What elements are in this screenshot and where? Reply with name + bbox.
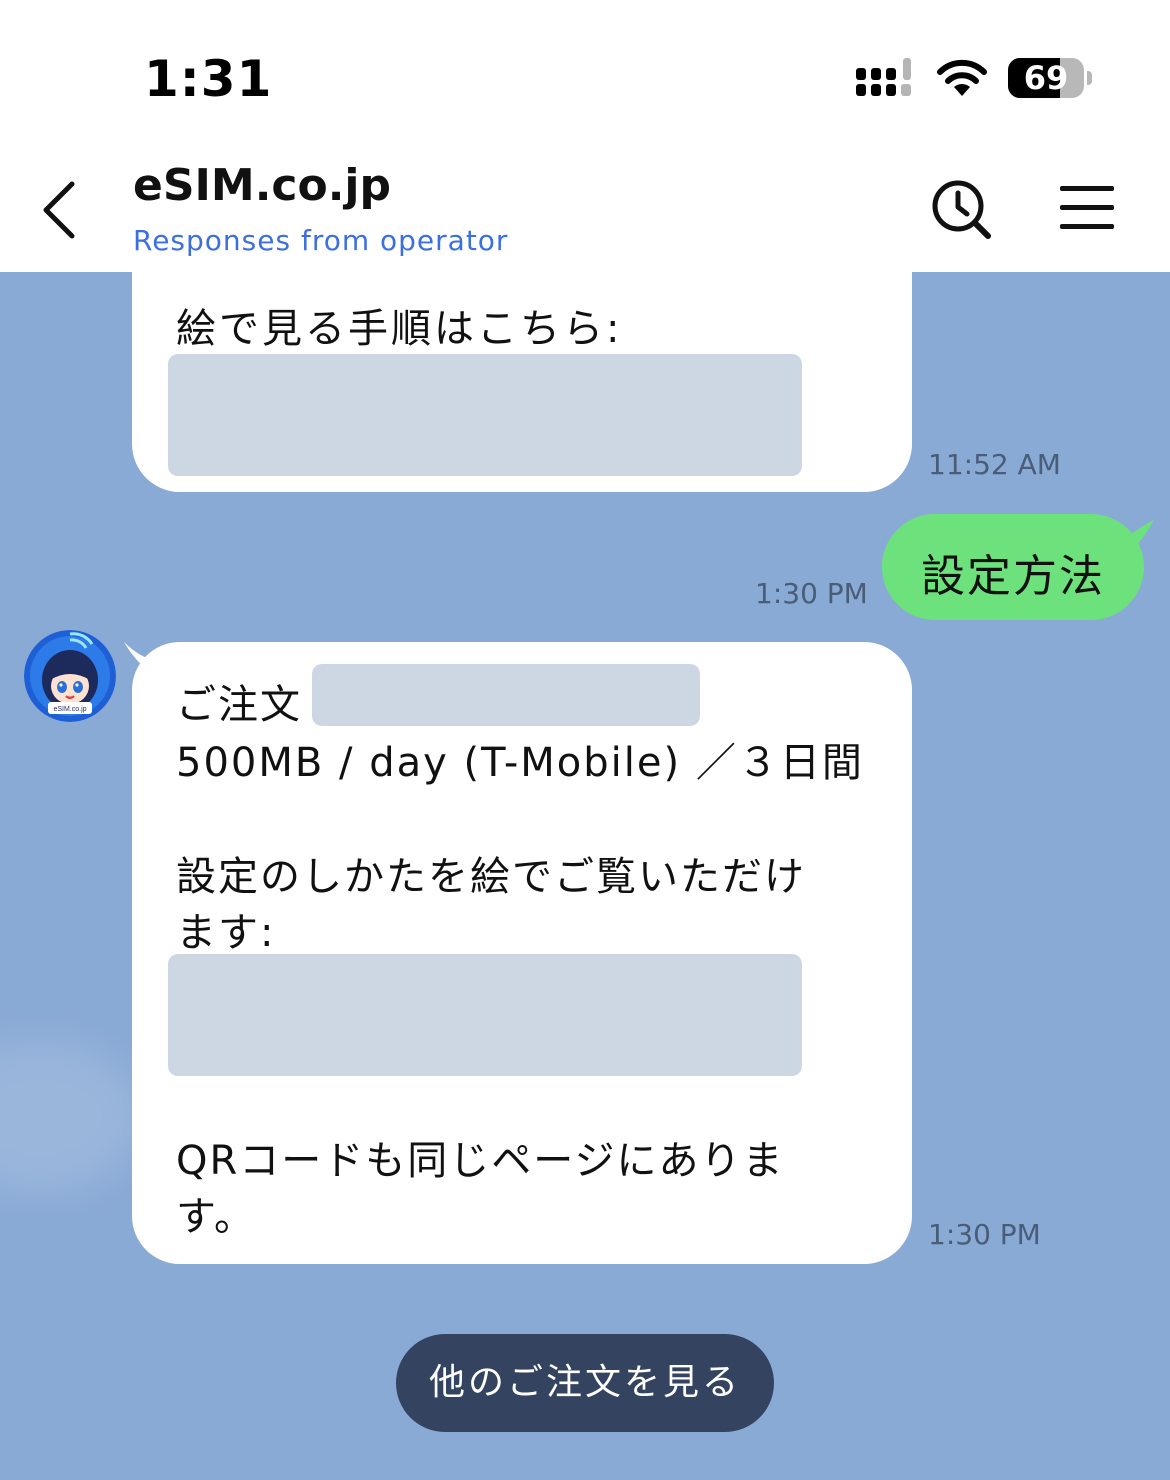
user-message-bubble[interactable]: 設定方法 [882,514,1144,620]
chevron-left-icon[interactable] [28,170,98,250]
message-text: ます: [176,910,276,956]
clock-search-icon[interactable] [926,174,998,246]
chat-title: eSIM.co.jp [133,160,392,211]
wifi-icon [937,59,987,96]
message-text: ご注文 [176,682,302,728]
message-text: す。 [176,1194,256,1240]
message-text: 設定のしかたを絵でご覧いただけ [176,854,806,900]
message-timestamp: 1:30 PM [755,577,868,610]
message-text: 設定方法 [921,551,1105,602]
status-time: 1:31 [144,50,273,108]
view-other-orders-button[interactable]: 他のご注文を見る [396,1334,774,1432]
redacted-order-number [312,664,700,726]
redacted-link[interactable] [168,954,802,1076]
operator-message-bubble[interactable]: 絵で見る手順はこちら: [132,272,912,492]
signal-icon [856,58,911,96]
redacted-link[interactable] [168,354,802,476]
message-text: 絵で見る手順はこちら: [176,306,623,352]
chat-subtitle: Responses from operator [133,224,509,257]
battery-icon: 69 [1008,58,1092,98]
avatar-label: eSIM.co.jp [53,706,86,713]
message-text: 500MB / day (T-Mobile) ／３日間 [176,740,864,786]
operator-message-bubble[interactable]: ご注文 500MB / day (T-Mobile) ／３日間 設定のしかたを絵… [132,642,912,1264]
hamburger-menu-icon[interactable] [1056,180,1118,236]
message-timestamp: 11:52 AM [928,448,1061,481]
battery-level: 69 [1023,59,1069,97]
chat-area[interactable]: 絵で見る手順はこちら: 11:52 AM 1:30 PM 設定方法 eSIM.c… [0,272,1170,1480]
message-text: QRコードも同じページにありま [176,1138,785,1184]
message-timestamp: 1:30 PM [928,1218,1041,1251]
operator-avatar[interactable]: eSIM.co.jp [24,630,116,722]
status-bar: 1:31 69 [0,0,1170,130]
chat-header: eSIM.co.jp Responses from operator [0,130,1170,272]
background-cloud [0,1042,140,1192]
